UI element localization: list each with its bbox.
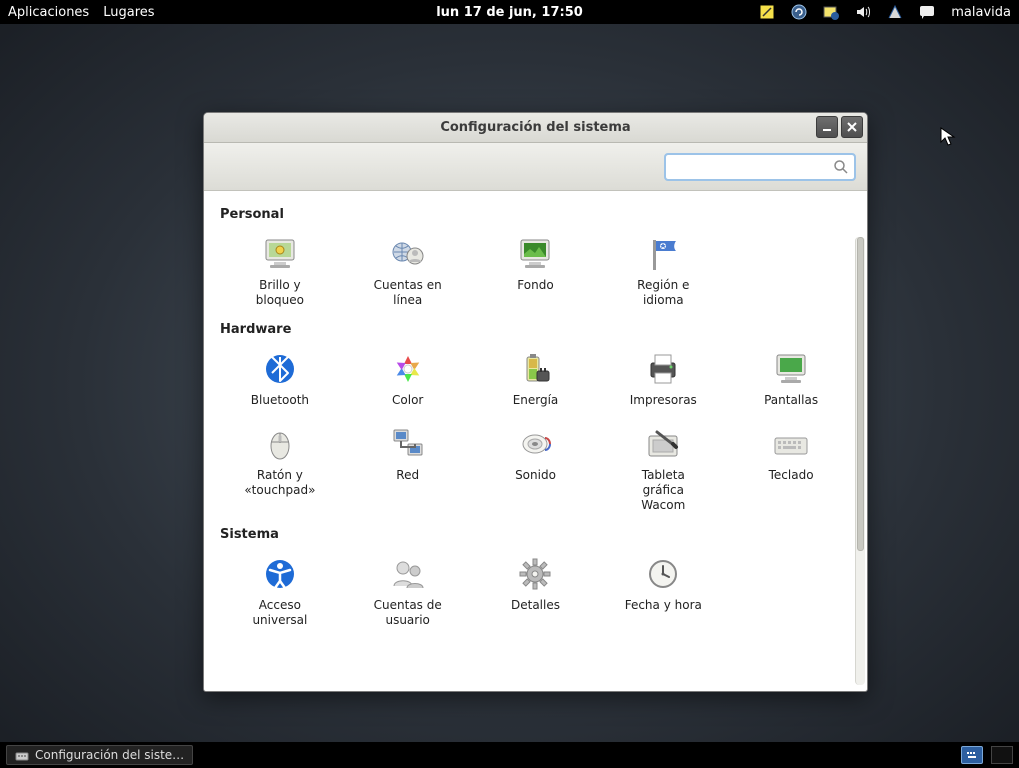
item-details[interactable]: Detalles: [474, 548, 598, 634]
item-label: Fondo: [517, 278, 553, 293]
places-menu[interactable]: Lugares: [103, 5, 154, 20]
item-online-accounts[interactable]: Cuentas en línea: [346, 228, 470, 314]
users-icon: [388, 554, 428, 594]
bottom-panel: Configuración del siste…: [0, 742, 1019, 768]
section-hardware: Bluetooth Color Energía Impresoras: [218, 343, 853, 519]
section-system-title: Sistema: [220, 527, 853, 542]
close-button[interactable]: [841, 116, 863, 138]
section-hardware-title: Hardware: [220, 322, 853, 337]
item-label: Pantallas: [764, 393, 818, 408]
section-personal-title: Personal: [220, 207, 853, 222]
item-wacom[interactable]: Tableta gráfica Wacom: [601, 418, 725, 519]
accessibility-tray-icon[interactable]: [887, 4, 903, 20]
notes-tray-icon[interactable]: [759, 4, 775, 20]
speaker-icon: [515, 424, 555, 464]
scrollbar[interactable]: [855, 237, 865, 685]
section-system: Acceso universal Cuentas de usuario Deta…: [218, 548, 853, 634]
item-network[interactable]: Red: [346, 418, 470, 519]
item-label: Tableta gráfica Wacom: [641, 468, 685, 513]
system-settings-window: Configuración del sistema Personal: [203, 112, 868, 692]
scrollbar-thumb[interactable]: [857, 237, 864, 551]
settings-content: Personal Brillo y bloqueo Cuentas en lín…: [204, 191, 867, 691]
minimize-button[interactable]: [816, 116, 838, 138]
item-background[interactable]: Fondo: [474, 228, 598, 314]
window-title: Configuración del sistema: [204, 120, 867, 135]
item-label: Teclado: [769, 468, 814, 483]
applications-menu[interactable]: Aplicaciones: [8, 5, 89, 20]
tablet-icon: [643, 424, 683, 464]
chat-tray-icon[interactable]: [919, 4, 935, 20]
item-user-accounts[interactable]: Cuentas de usuario: [346, 548, 470, 634]
printer-icon: [643, 349, 683, 389]
workspace-switcher[interactable]: [991, 746, 1013, 764]
volume-tray-icon[interactable]: [855, 4, 871, 20]
item-bluetooth[interactable]: Bluetooth: [218, 343, 342, 414]
item-label: Fecha y hora: [625, 598, 702, 613]
clock-icon: [643, 554, 683, 594]
mouse-cursor-icon: [940, 127, 956, 147]
item-displays[interactable]: Pantallas: [729, 343, 853, 414]
item-keyboard[interactable]: Teclado: [729, 418, 853, 519]
globe-accounts-icon: [388, 234, 428, 274]
item-brightness-lock[interactable]: Brillo y bloqueo: [218, 228, 342, 314]
task-label: Configuración del siste…: [35, 748, 184, 762]
section-personal: Brillo y bloqueo Cuentas en línea Fondo …: [218, 228, 853, 314]
item-region-language[interactable]: Región e idioma: [601, 228, 725, 314]
item-label: Ratón y «touchpad»: [244, 468, 315, 498]
item-label: Color: [392, 393, 423, 408]
accessibility-icon: [260, 554, 300, 594]
keyboard-layout-indicator[interactable]: [961, 746, 983, 764]
gear-icon: [515, 554, 555, 594]
item-label: Detalles: [511, 598, 560, 613]
item-date-time[interactable]: Fecha y hora: [601, 548, 725, 634]
item-label: Región e idioma: [637, 278, 689, 308]
task-icon: [15, 748, 29, 762]
wallpaper-icon: [515, 234, 555, 274]
keyboard-icon: [771, 424, 811, 464]
display-icon: [771, 349, 811, 389]
item-label: Cuentas de usuario: [374, 598, 442, 628]
item-label: Energía: [513, 393, 559, 408]
mail-tray-icon[interactable]: [823, 4, 839, 20]
update-tray-icon[interactable]: [791, 4, 807, 20]
item-label: Cuentas en línea: [374, 278, 442, 308]
item-label: Brillo y bloqueo: [256, 278, 304, 308]
battery-icon: [515, 349, 555, 389]
bluetooth-icon: [260, 349, 300, 389]
taskbar-task-settings[interactable]: Configuración del siste…: [6, 745, 193, 765]
item-mouse-touchpad[interactable]: Ratón y «touchpad»: [218, 418, 342, 519]
color-icon: [388, 349, 428, 389]
titlebar[interactable]: Configuración del sistema: [204, 113, 867, 143]
user-menu[interactable]: malavida: [951, 5, 1011, 20]
item-label: Red: [396, 468, 419, 483]
clock[interactable]: lun 17 de jun, 17:50: [436, 5, 583, 20]
network-icon: [388, 424, 428, 464]
flag-icon: [643, 234, 683, 274]
item-printers[interactable]: Impresoras: [601, 343, 725, 414]
toolbar: [204, 143, 867, 191]
item-label: Bluetooth: [251, 393, 309, 408]
mouse-icon: [260, 424, 300, 464]
search-input[interactable]: [665, 154, 855, 180]
item-label: Impresoras: [630, 393, 697, 408]
item-label: Acceso universal: [252, 598, 307, 628]
item-label: Sonido: [515, 468, 556, 483]
item-color[interactable]: Color: [346, 343, 470, 414]
monitor-lock-icon: [260, 234, 300, 274]
item-sound[interactable]: Sonido: [474, 418, 598, 519]
top-panel: Aplicaciones Lugares lun 17 de jun, 17:5…: [0, 0, 1019, 24]
item-power[interactable]: Energía: [474, 343, 598, 414]
item-universal-access[interactable]: Acceso universal: [218, 548, 342, 634]
